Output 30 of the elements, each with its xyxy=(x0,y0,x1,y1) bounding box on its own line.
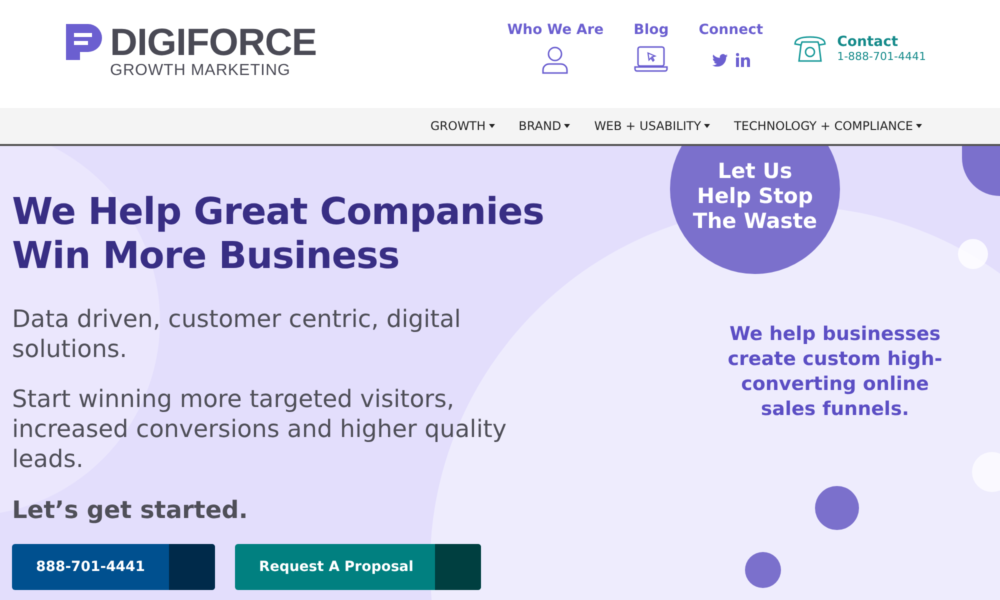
call-button[interactable]: 888-701-4441 xyxy=(12,544,216,590)
logo-wordmark: DIGIFORCE xyxy=(110,24,317,62)
hero-tagline: We help businesses create custom high-converting online sales funnels. xyxy=(726,322,944,422)
laptop-icon[interactable] xyxy=(634,46,668,72)
top-nav-link[interactable]: Blog xyxy=(634,22,669,38)
nav-menu-item[interactable]: TECHNOLOGY + COMPLIANCE xyxy=(734,119,922,133)
badge-text: Let Us Help Stop The Waste xyxy=(692,158,818,234)
caret-icon xyxy=(704,124,710,128)
hero-headline: We Help Great Companies Win More Business xyxy=(12,190,546,278)
top-nav-link[interactable]: Connect xyxy=(698,22,764,38)
nav-menu-item[interactable]: GROWTH xyxy=(430,119,495,133)
linkedin-icon[interactable] xyxy=(736,53,750,67)
phone-link[interactable]: 1-888-701-4441 xyxy=(837,50,926,63)
telephone-icon[interactable] xyxy=(793,34,828,62)
contact-label: Contact xyxy=(837,34,900,50)
proposal-button[interactable]: Request A Proposal xyxy=(235,544,482,590)
hero-paragraph: Data driven, customer centric, digital solutions. xyxy=(12,304,462,364)
top-nav-link[interactable]: Who We Are xyxy=(507,22,604,38)
cta-heading: Let’s get started. xyxy=(12,496,249,524)
logo-mark-icon xyxy=(66,24,102,60)
hero-paragraph: Start winning more targeted visitors, increased conversions and higher quality leads. xyxy=(12,384,508,474)
nav-menu-item[interactable]: WEB + USABILITY xyxy=(594,119,710,133)
caret-icon xyxy=(564,124,570,128)
caret-icon xyxy=(916,124,922,128)
nav-menu-item[interactable]: BRAND xyxy=(518,119,570,133)
person-icon[interactable] xyxy=(542,46,568,74)
caret-icon xyxy=(488,124,495,128)
twitter-icon[interactable] xyxy=(712,54,728,66)
decor-dot xyxy=(958,239,988,269)
logo-tagline: GROWTH MARKETING xyxy=(110,62,292,80)
